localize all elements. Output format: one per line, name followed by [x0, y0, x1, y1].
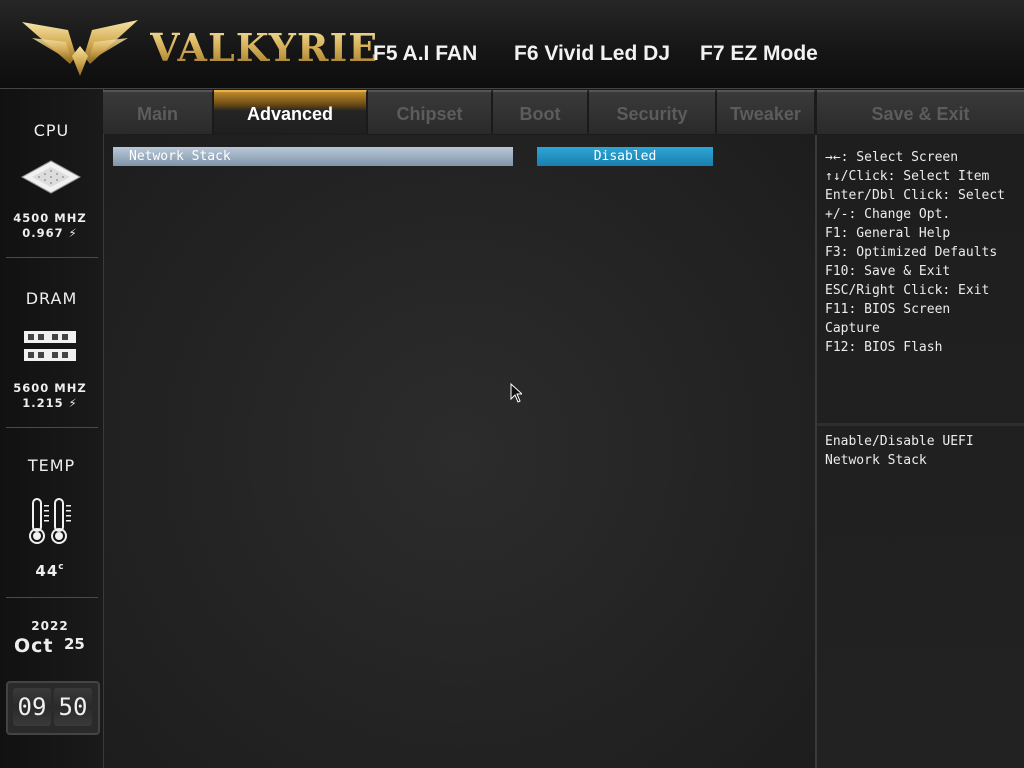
cpu-title: CPU	[33, 121, 70, 140]
sidebar-divider	[6, 597, 98, 598]
temp-title: TEMP	[27, 456, 76, 475]
dram-module-icon	[24, 331, 76, 361]
settings-panel: Network Stack Disabled	[104, 135, 817, 768]
description-line: Network Stack	[825, 453, 927, 468]
tab-save-exit[interactable]: Save & Exit	[817, 90, 1024, 134]
tab-tweaker[interactable]: Tweaker	[717, 90, 815, 134]
temperature-value: 44	[35, 562, 59, 580]
key-help-list: →←: Select Screen ↑↓/Click: Select Item …	[825, 148, 1021, 357]
cpu-frequency: 4500 MHZ	[13, 211, 87, 225]
valkyrie-wings-logo-icon	[22, 20, 138, 76]
help-line: F3: Optimized Defaults	[825, 245, 998, 260]
dram-frequency: 5600 MHZ	[13, 381, 87, 395]
help-line: F12: BIOS Flash	[825, 340, 943, 355]
setting-description: Enable/Disable UEFI Network Stack	[825, 432, 1015, 470]
clock-hour: 09	[13, 688, 51, 726]
voltage-bolt-icon: ⚡	[68, 396, 78, 410]
network-stack-value[interactable]: Disabled	[537, 147, 713, 166]
sidebar-divider	[6, 427, 98, 428]
network-stack-setting[interactable]: Network Stack	[113, 147, 513, 166]
help-divider	[817, 423, 1024, 426]
date-month: Oct	[14, 635, 54, 657]
ai-fan-button[interactable]: F5 A.I FAN	[373, 42, 477, 66]
date-day: 25	[64, 635, 85, 653]
help-line: F10: Save & Exit	[825, 264, 951, 279]
voltage-bolt-icon: ⚡	[68, 226, 78, 240]
temperature-row: 44c	[0, 562, 100, 580]
dram-voltage: 1.215	[22, 396, 64, 410]
tab-bar: Main Advanced Chipset Boot Security Twea…	[103, 90, 1024, 134]
sidebar-divider	[6, 257, 98, 258]
status-sidebar: CPU 4500 MHZ 0.967 ⚡ DRAM 5600 MHZ 1.215…	[0, 89, 104, 768]
help-panel: →←: Select Screen ↑↓/Click: Select Item …	[817, 135, 1024, 768]
clock-minute: 50	[54, 688, 92, 726]
tab-main[interactable]: Main	[103, 90, 213, 134]
top-bar: VALKYRIE F5 A.I FAN F6 Vivid Led DJ F7 E…	[0, 0, 1024, 89]
help-line: Enter/Dbl Click: Select	[825, 188, 1006, 203]
vivid-led-dj-button[interactable]: F6 Vivid Led DJ	[514, 42, 670, 66]
tab-advanced[interactable]: Advanced	[214, 90, 367, 134]
tab-chipset[interactable]: Chipset	[368, 90, 492, 134]
dram-voltage-row: 1.215 ⚡	[0, 396, 100, 410]
dram-title: DRAM	[25, 289, 78, 308]
ez-mode-button[interactable]: F7 EZ Mode	[700, 42, 818, 66]
mouse-pointer-icon	[510, 383, 522, 403]
celsius-unit-icon: c	[58, 562, 65, 572]
help-line: +/-: Change Opt.	[825, 207, 951, 222]
help-line: →←: Select Screen	[825, 150, 959, 165]
help-line: F11: BIOS Screen	[825, 302, 951, 317]
help-line: ↑↓/Click: Select Item	[825, 169, 990, 184]
help-line: Capture	[825, 321, 880, 336]
cpu-voltage-row: 0.967 ⚡	[0, 226, 100, 240]
cpu-chip-icon	[20, 160, 82, 194]
help-line: ESC/Right Click: Exit	[825, 283, 990, 298]
brand-logo-text: VALKYRIE	[150, 25, 379, 70]
cpu-voltage: 0.967	[22, 226, 64, 240]
date-year: 2022	[31, 619, 69, 633]
thermometer-icon	[29, 498, 71, 544]
help-line: F1: General Help	[825, 226, 951, 241]
description-line: Enable/Disable UEFI	[825, 434, 974, 449]
tab-boot[interactable]: Boot	[493, 90, 588, 134]
tab-security[interactable]: Security	[589, 90, 716, 134]
flip-clock: 09 50	[6, 681, 100, 735]
